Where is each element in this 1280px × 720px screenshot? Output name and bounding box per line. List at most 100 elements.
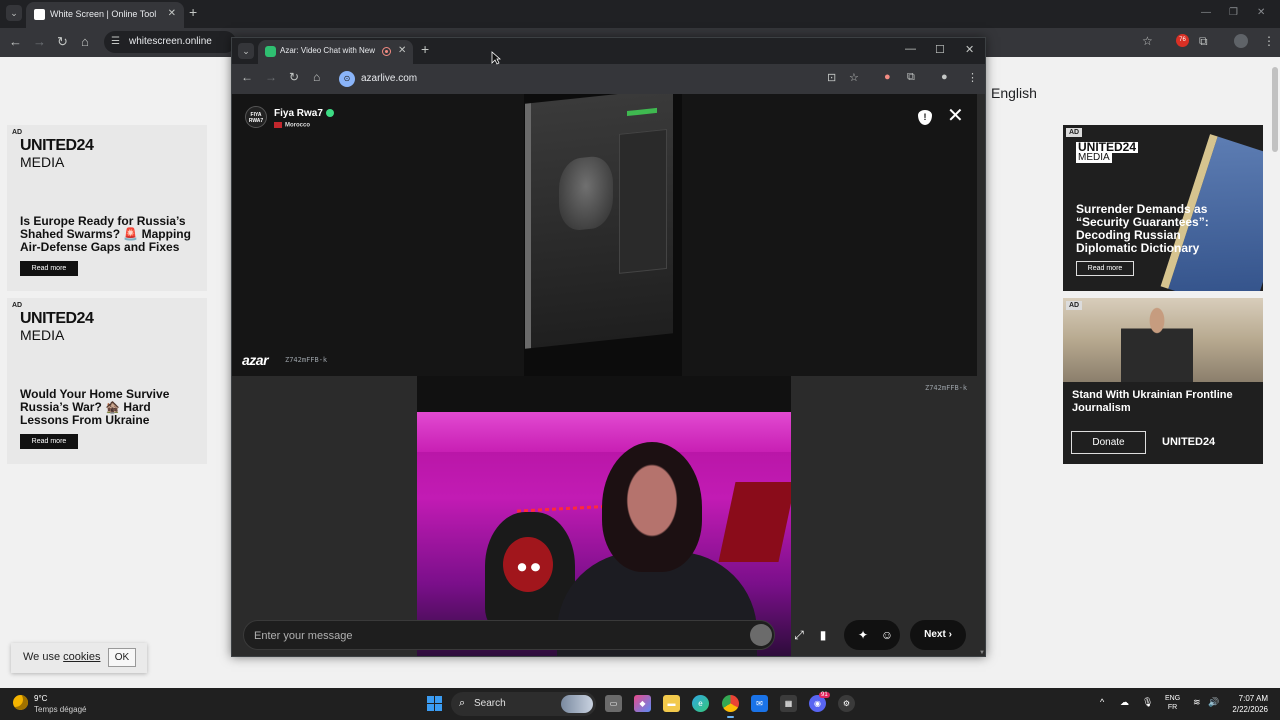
close-tab-icon[interactable]: ✕ xyxy=(168,8,176,19)
maximize-icon[interactable]: ☐ xyxy=(935,43,945,56)
tab-azar[interactable]: Azar: Video Chat with New ✕ xyxy=(258,40,413,64)
profile-avatar[interactable] xyxy=(1234,34,1248,48)
forward-icon[interactable]: → xyxy=(265,70,277,84)
home-icon[interactable]: ⌂ xyxy=(81,34,89,49)
new-tab-button[interactable]: + xyxy=(189,4,197,20)
minimize-icon[interactable]: — xyxy=(905,43,916,55)
site-info-icon[interactable]: ☰ xyxy=(111,36,120,47)
start-windows-icon[interactable] xyxy=(427,696,442,711)
new-tab-button[interactable]: + xyxy=(421,41,429,57)
tab-title: White Screen | Online Tool xyxy=(50,9,157,19)
tray-chevron-up-icon[interactable]: ^ xyxy=(1100,697,1104,707)
bookmark-star-icon[interactable]: ☆ xyxy=(849,71,859,84)
extensions-puzzle-icon[interactable]: ⧉ xyxy=(1199,34,1208,49)
page-favicon-icon xyxy=(34,9,45,20)
weather-temperature[interactable]: 9°C xyxy=(34,694,47,703)
tab-title: Azar: Video Chat with New xyxy=(280,46,376,55)
remote-monitor-image xyxy=(525,94,673,349)
person-head-image xyxy=(602,442,702,572)
ad-brand-top: UNITED24 xyxy=(20,137,94,154)
outlook-icon[interactable]: ✉ xyxy=(751,695,768,712)
donate-button[interactable]: Donate xyxy=(1071,431,1146,454)
avatar xyxy=(1234,34,1248,48)
address-bar[interactable]: ⊙ azarlive.com xyxy=(336,68,866,90)
microphone-icon[interactable]: 🎙 xyxy=(1142,697,1153,708)
close-chat-icon[interactable]: ✕ xyxy=(947,106,964,126)
forward-icon[interactable]: → xyxy=(33,34,46,49)
azar-logo: azar xyxy=(242,352,269,368)
back-icon[interactable]: ← xyxy=(9,34,22,49)
onedrive-cloud-icon[interactable]: ☁ xyxy=(1120,697,1129,708)
close-tab-icon[interactable]: ✕ xyxy=(398,45,406,56)
ad-left-2[interactable]: AD UNITED24 MEDIA Would Your Home Surviv… xyxy=(7,298,207,464)
reload-icon[interactable]: ↻ xyxy=(57,34,68,50)
weather-description[interactable]: Temps dégagé xyxy=(34,705,86,714)
site-info-icon[interactable]: ⊙ xyxy=(339,71,355,87)
tab-white-screen[interactable]: White Screen | Online Tool ✕ xyxy=(26,2,184,28)
message-input[interactable] xyxy=(254,627,734,645)
ad-right-1[interactable]: AD UNITED24 MEDIA Surrender Demands as “… xyxy=(1063,125,1263,291)
ad-headline[interactable]: Would Your Home Survive Russia’s War? 🏚️… xyxy=(20,388,200,427)
edge-icon[interactable]: e xyxy=(692,695,709,712)
ad-headline[interactable]: Is Europe Ready for Russia’s Shahed Swar… xyxy=(20,215,200,254)
send-button[interactable] xyxy=(750,624,772,646)
maximize-icon[interactable]: ❐ xyxy=(1229,7,1238,18)
page-scrollbar[interactable] xyxy=(1270,57,1280,688)
ad-right-2[interactable]: AD Stand With Ukrainian Frontline Journa… xyxy=(1063,298,1263,464)
scrollbar-thumb[interactable] xyxy=(1272,67,1278,152)
chrome-icon[interactable] xyxy=(722,695,739,718)
time: 7:07 AM xyxy=(1238,694,1268,703)
cookies-link[interactable]: cookies xyxy=(63,651,100,663)
home-icon[interactable]: ⌂ xyxy=(313,70,320,84)
menu-kebab-icon[interactable]: ⋮ xyxy=(1263,34,1275,48)
resize-icon[interactable]: ⤢ xyxy=(790,626,808,644)
scroll-down-icon[interactable]: ▼ xyxy=(979,650,985,656)
app-settings-icon[interactable]: ⚙ xyxy=(838,695,855,712)
copilot-icon[interactable]: ◆ xyxy=(634,695,651,712)
partner-avatar[interactable]: FIYA RWA7 xyxy=(245,106,267,128)
monitor-green-bar xyxy=(627,107,657,117)
weather-moon-icon[interactable] xyxy=(13,695,28,710)
address-bar[interactable]: ☰ whitescreen.online xyxy=(104,31,236,53)
mouse-cursor-icon xyxy=(491,51,501,65)
menu-kebab-icon[interactable]: ⋮ xyxy=(967,71,978,84)
file-explorer-icon[interactable]: ▬ xyxy=(663,695,680,712)
emoji-icon[interactable]: ☺ xyxy=(878,626,896,644)
ad-headline[interactable]: Surrender Demands as “Security Guarantee… xyxy=(1076,203,1226,255)
ad-read-more-button[interactable]: Read more xyxy=(20,261,78,276)
bookmark-star-icon[interactable]: ☆ xyxy=(1142,34,1153,48)
microsoft-store-icon[interactable]: ▦ xyxy=(780,695,797,712)
tab-search-icon[interactable]: ⌄ xyxy=(6,5,22,21)
taskbar-search[interactable]: ⌕ Search xyxy=(451,692,596,716)
cookie-ok-button[interactable]: OK xyxy=(108,648,136,667)
tab-search-icon[interactable]: ⌄ xyxy=(238,43,254,59)
partner-name[interactable]: Fiya Rwa7 xyxy=(274,108,334,119)
next-button[interactable]: Next › xyxy=(910,620,966,650)
phone-icon[interactable]: ▮ xyxy=(814,626,832,644)
ad-left-1[interactable]: AD UNITED24 MEDIA Is Europe Ready for Ru… xyxy=(7,125,207,291)
task-view-icon[interactable]: ▭ xyxy=(605,695,622,712)
ad-read-more-button[interactable]: Read more xyxy=(1076,261,1134,276)
install-app-icon[interactable]: ⊡ xyxy=(827,71,836,84)
report-shield-icon[interactable]: ! xyxy=(918,110,932,125)
volume-icon[interactable]: 🔊 xyxy=(1208,697,1219,708)
ad-read-more-button[interactable]: Read more xyxy=(20,434,78,449)
close-window-icon[interactable]: ✕ xyxy=(965,43,974,56)
country-name: Morocco xyxy=(285,122,311,129)
extensions-puzzle-icon[interactable]: ⧉ xyxy=(907,71,915,84)
extension-red-icon[interactable]: ● xyxy=(884,71,891,83)
extension-red-icon[interactable]: 76 xyxy=(1176,34,1189,47)
input-language[interactable]: ENG FR xyxy=(1165,694,1180,712)
wifi-icon[interactable]: ≋ xyxy=(1193,697,1201,708)
close-window-icon[interactable]: ✕ xyxy=(1257,7,1265,18)
next-label: Next xyxy=(924,629,946,640)
window-scrollbar[interactable]: ▼ xyxy=(977,94,985,656)
magic-wand-icon[interactable]: ✦ xyxy=(854,626,872,644)
language-selector[interactable]: English xyxy=(991,85,1037,101)
clock[interactable]: 7:07 AM 2/22/2026 xyxy=(1228,693,1268,715)
ad-headline[interactable]: Stand With Ukrainian Frontline Journalis… xyxy=(1072,389,1252,415)
reload-icon[interactable]: ↻ xyxy=(289,70,299,84)
profile-avatar[interactable]: ● xyxy=(941,71,948,83)
back-icon[interactable]: ← xyxy=(241,70,253,84)
minimize-icon[interactable]: — xyxy=(1201,7,1211,18)
